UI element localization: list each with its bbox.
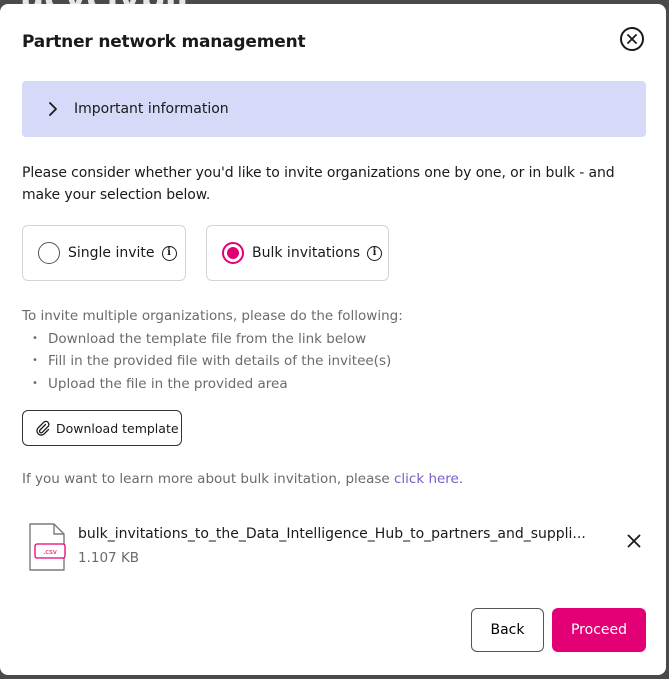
accordion-label: Important information	[74, 101, 229, 117]
bulk-invitations-option[interactable]: Bulk invitations i	[206, 225, 389, 281]
learn-more-text: If you want to learn more about bulk inv…	[22, 471, 463, 487]
csv-file-icon: .csv	[29, 523, 66, 571]
list-item: Fill in the provided file with details o…	[22, 350, 646, 373]
close-button[interactable]	[620, 27, 644, 51]
bulk-invitations-label: Bulk invitations	[252, 245, 361, 261]
bulk-invitations-radio[interactable]	[222, 242, 244, 264]
click-here-link[interactable]: click here.	[394, 471, 463, 487]
bulk-instructions: To invite multiple organizations, please…	[22, 305, 646, 395]
list-item: Download the template file from the link…	[22, 328, 646, 351]
file-name: bulk_invitations_to_the_Data_Intelligenc…	[78, 526, 586, 542]
back-button[interactable]: Back	[471, 608, 544, 652]
learn-more-prefix: If you want to learn more about bulk inv…	[22, 471, 394, 487]
paperclip-icon	[36, 420, 50, 436]
uploaded-file-row: .csv bulk_invitations_to_the_Data_Intell…	[28, 522, 648, 572]
download-template-button[interactable]: Download template	[22, 410, 182, 446]
partner-network-modal: Partner network management Important inf…	[0, 4, 666, 675]
info-icon[interactable]: i	[161, 245, 177, 261]
file-size: 1.107 KB	[78, 550, 140, 566]
file-type-badge: .csv	[43, 548, 57, 556]
instructions-steps: Download the template file from the link…	[22, 328, 646, 396]
list-item: Upload the file in the provided area	[22, 373, 646, 396]
single-invite-radio[interactable]	[38, 242, 60, 264]
chevron-right-icon	[49, 102, 57, 116]
info-icon[interactable]: i	[367, 245, 383, 261]
modal-header: Partner network management	[22, 27, 644, 59]
download-template-label: Download template	[56, 420, 179, 436]
selection-description: Please consider whether you'd like to in…	[22, 165, 615, 203]
single-invite-label: Single invite	[68, 245, 155, 261]
important-information-accordion[interactable]: Important information	[22, 81, 646, 137]
close-icon	[627, 34, 637, 44]
remove-file-icon[interactable]	[627, 534, 641, 548]
instructions-intro: To invite multiple organizations, please…	[22, 308, 403, 324]
single-invite-option[interactable]: Single invite i	[22, 225, 186, 281]
modal-title: Partner network management	[22, 32, 306, 52]
proceed-button[interactable]: Proceed	[552, 608, 646, 652]
